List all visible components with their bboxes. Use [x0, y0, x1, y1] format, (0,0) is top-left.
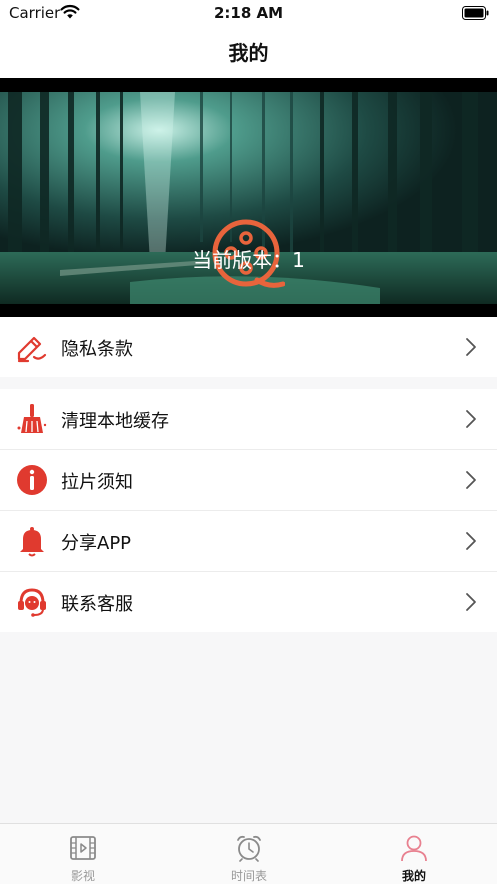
profile-banner — [0, 78, 497, 317]
status-bar: Carrier 2:18 AM — [0, 0, 497, 26]
menu-item-guide[interactable]: 拉片须知 — [0, 450, 497, 511]
chevron-right-icon — [466, 410, 476, 428]
battery-icon — [462, 6, 489, 20]
tab-label: 影视 — [70, 869, 95, 883]
status-time: 2:18 AM — [213, 4, 284, 22]
chevron-right-icon — [466, 338, 476, 356]
version-label: 当前版本：1 — [192, 248, 305, 272]
pen-edit-icon — [17, 336, 47, 363]
info-icon — [17, 465, 47, 495]
tab-label: 时间表 — [230, 869, 267, 883]
tab-label: 我的 — [401, 869, 426, 883]
menu-item-clear-cache[interactable]: 清理本地缓存 — [0, 389, 497, 450]
menu-item-label: 分享APP — [61, 533, 132, 554]
menu-item-label: 拉片须知 — [61, 472, 133, 493]
alarm-clock-icon — [237, 835, 261, 862]
bell-icon — [20, 527, 44, 557]
menu-item-label: 联系客服 — [61, 594, 133, 615]
menu-item-share-app[interactable]: 分享APP — [0, 511, 497, 572]
tab-movies[interactable]: 影视 — [0, 824, 166, 884]
user-icon — [401, 835, 427, 862]
menu-item-label: 清理本地缓存 — [61, 411, 169, 432]
menu-item-label: 隐私条款 — [61, 339, 133, 360]
chevron-right-icon — [466, 532, 476, 550]
chevron-right-icon — [466, 593, 476, 611]
chevron-right-icon — [466, 471, 476, 489]
navigation-bar: 我的 — [0, 26, 497, 78]
tab-bar: 影视 时间表 我的 — [0, 823, 497, 884]
menu-item-contact-support[interactable]: 联系客服 — [0, 572, 497, 632]
menu-group-privacy: 隐私条款 — [0, 317, 497, 377]
tab-mine[interactable]: 我的 — [331, 824, 497, 884]
broom-icon — [17, 404, 47, 433]
headset-icon — [18, 588, 46, 617]
page-title: 我的 — [228, 41, 269, 65]
menu-item-privacy-policy[interactable]: 隐私条款 — [0, 317, 497, 377]
tab-schedule[interactable]: 时间表 — [166, 824, 332, 884]
menu-group-main: 清理本地缓存 拉片须知 分享APP 联系客服 — [0, 389, 497, 632]
film-icon — [70, 836, 96, 860]
